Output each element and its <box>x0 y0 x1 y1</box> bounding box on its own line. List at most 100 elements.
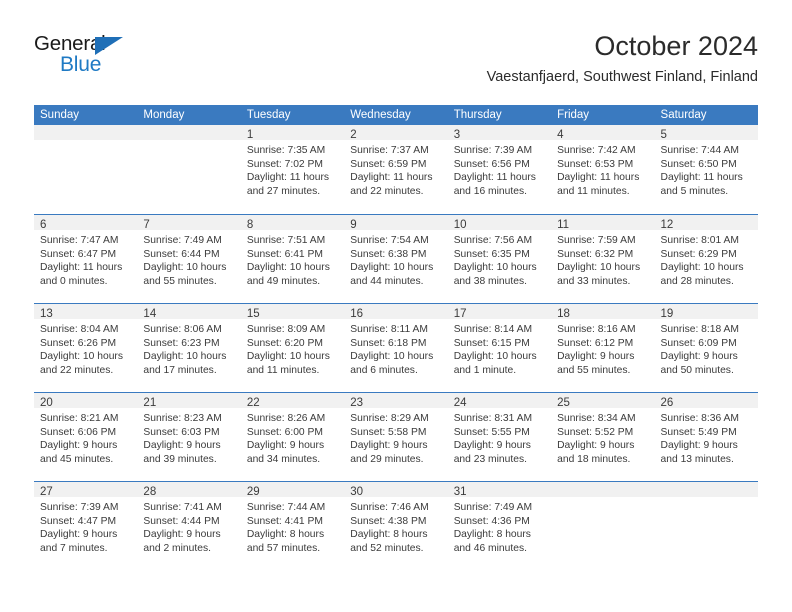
day-number-band <box>137 125 241 140</box>
day-details: Sunrise: 7:49 AM Sunset: 4:36 PM Daylight:… <box>448 497 551 555</box>
generalblue-logo[interactable]: General Blue <box>34 32 214 88</box>
day-number: 22 <box>246 397 260 409</box>
day-detail-line: and 28 minutes. <box>660 275 734 287</box>
logo-text-blue: Blue <box>60 53 102 76</box>
day-details: Sunrise: 7:59 AM Sunset: 6:32 PM Daylight:… <box>551 230 654 288</box>
day-detail-line: Sunrise: 8:16 AM <box>557 324 636 335</box>
calendar-day-cell[interactable]: 10 Sunrise: 7:56 AM Sunset: 6:35 PM Dayligh… <box>447 215 552 303</box>
calendar-day-cell[interactable]: 16 Sunrise: 8:11 AM Sunset: 6:18 PM Dayligh… <box>344 304 448 392</box>
day-detail-line: Daylight: 10 hours <box>350 351 434 362</box>
day-number-band: 10 <box>447 215 552 231</box>
calendar-day-cell[interactable]: 20 Sunrise: 8:21 AM Sunset: 6:06 PM Dayligh… <box>34 393 138 481</box>
day-detail-line: Sunset: 6:50 PM <box>660 158 737 170</box>
day-detail-line: Sunrise: 7:47 AM <box>40 235 119 246</box>
calendar-day-cell[interactable]: 13 Sunrise: 8:04 AM Sunset: 6:26 PM Dayligh… <box>34 304 138 392</box>
day-detail-line: Sunset: 6:15 PM <box>453 337 530 349</box>
calendar-day-cell[interactable]: 12 Sunrise: 8:01 AM Sunset: 6:29 PM Dayligh… <box>654 215 758 303</box>
day-detail-line: Sunset: 4:47 PM <box>40 515 117 527</box>
calendar-day-cell[interactable]: 14 Sunrise: 8:06 AM Sunset: 6:23 PM Dayligh… <box>137 304 241 392</box>
calendar-day-cell[interactable]: 8 Sunrise: 7:51 AM Sunset: 6:41 PM Daylight… <box>240 215 345 303</box>
weekday-header-saturday: Saturday <box>660 109 707 121</box>
calendar-day-cell[interactable]: 22 Sunrise: 8:26 AM Sunset: 6:00 PM Dayligh… <box>240 393 345 481</box>
day-detail-line: Sunrise: 8:36 AM <box>660 413 739 424</box>
calendar-day-cell[interactable]: 5 Sunrise: 7:44 AM Sunset: 6:50 PM Daylight… <box>654 125 758 214</box>
calendar-day-cell[interactable]: 19 Sunrise: 8:18 AM Sunset: 6:09 PM Dayligh… <box>654 304 758 392</box>
day-details: Sunrise: 8:11 AM Sunset: 6:18 PM Daylight:… <box>344 319 447 377</box>
day-number: 8 <box>246 219 254 231</box>
day-details <box>655 497 758 501</box>
day-detail-line: Sunrise: 7:59 AM <box>557 235 636 246</box>
day-detail-line: Sunset: 6:23 PM <box>143 337 220 349</box>
calendar-day-cell[interactable]: 18 Sunrise: 8:16 AM Sunset: 6:12 PM Dayligh… <box>551 304 655 392</box>
day-number-band: 22 <box>240 393 345 409</box>
day-detail-line: Sunset: 6:35 PM <box>453 248 530 260</box>
day-number-band: 6 <box>34 215 138 231</box>
day-detail-line: Sunrise: 8:14 AM <box>453 324 533 335</box>
calendar-day-cell[interactable]: 11 Sunrise: 7:59 AM Sunset: 6:32 PM Dayligh… <box>551 215 655 303</box>
calendar-day-cell[interactable]: 3 Sunrise: 7:39 AM Sunset: 6:56 PM Daylight… <box>447 125 552 214</box>
day-details: Sunrise: 7:37 AM Sunset: 6:59 PM Daylight:… <box>344 140 447 198</box>
day-detail-line: and 50 minutes. <box>660 364 734 376</box>
calendar-day-cell[interactable]: 6 Sunrise: 7:47 AM Sunset: 6:47 PM Daylight… <box>34 215 138 303</box>
day-number-band: 28 <box>137 482 241 498</box>
day-details: Sunrise: 7:47 AM Sunset: 6:47 PM Daylight:… <box>34 230 137 288</box>
calendar-day-cell[interactable]: 21 Sunrise: 8:23 AM Sunset: 6:03 PM Dayligh… <box>137 393 241 481</box>
day-detail-line: and 46 minutes. <box>453 542 527 554</box>
day-details <box>551 497 654 501</box>
day-number: 7 <box>143 219 150 231</box>
calendar-day-cell[interactable]: 30 Sunrise: 7:46 AM Sunset: 4:38 PM Dayligh… <box>344 482 448 570</box>
day-detail-line: Sunset: 6:06 PM <box>40 426 117 438</box>
day-detail-line: Daylight: 9 hours <box>246 440 325 451</box>
day-details: Sunrise: 7:44 AM Sunset: 4:41 PM Daylight:… <box>241 497 344 555</box>
day-detail-line: Sunset: 5:52 PM <box>557 426 634 438</box>
calendar-day-cell-empty <box>137 125 241 214</box>
day-detail-line: Sunrise: 7:42 AM <box>557 145 636 156</box>
day-number: 25 <box>557 397 570 409</box>
day-detail-line: Sunrise: 7:51 AM <box>246 235 326 246</box>
day-number: 27 <box>40 486 53 498</box>
calendar-day-cell[interactable]: 29 Sunrise: 7:44 AM Sunset: 4:41 PM Dayligh… <box>240 482 345 570</box>
calendar-day-cell[interactable]: 2 Sunrise: 7:37 AM Sunset: 6:59 PM Daylight… <box>344 125 448 214</box>
day-detail-line: Sunset: 5:49 PM <box>660 426 737 438</box>
day-detail-line: and 55 minutes. <box>557 364 631 376</box>
day-detail-line: Daylight: 11 hours <box>350 172 433 183</box>
day-details: Sunrise: 7:56 AM Sunset: 6:35 PM Daylight:… <box>448 230 551 288</box>
day-number: 10 <box>453 219 467 231</box>
calendar-day-cell[interactable]: 4 Sunrise: 7:42 AM Sunset: 6:53 PM Daylight… <box>551 125 655 214</box>
day-detail-line: Daylight: 9 hours <box>40 529 118 540</box>
calendar-day-cell[interactable]: 26 Sunrise: 8:36 AM Sunset: 5:49 PM Dayligh… <box>654 393 758 481</box>
day-number-band: 16 <box>344 304 448 320</box>
day-detail-line: and 55 minutes. <box>143 275 217 287</box>
day-detail-line: Sunrise: 8:29 AM <box>350 413 429 424</box>
day-detail-line: and 0 minutes. <box>40 275 108 287</box>
calendar-day-cell[interactable]: 15 Sunrise: 8:09 AM Sunset: 6:20 PM Dayligh… <box>240 304 345 392</box>
day-detail-line: and 18 minutes. <box>557 453 631 465</box>
calendar-day-cell[interactable]: 7 Sunrise: 7:49 AM Sunset: 6:44 PM Daylight… <box>137 215 241 303</box>
day-detail-line: Daylight: 11 hours <box>557 172 640 183</box>
day-detail-line: Daylight: 9 hours <box>40 440 118 451</box>
day-detail-line: Sunrise: 7:41 AM <box>143 502 222 513</box>
day-number: 9 <box>350 219 357 231</box>
calendar-day-cell[interactable]: 23 Sunrise: 8:29 AM Sunset: 5:58 PM Dayligh… <box>344 393 448 481</box>
day-detail-line: Sunset: 6:41 PM <box>246 248 323 260</box>
day-detail-line: Daylight: 8 hours <box>246 529 325 540</box>
day-detail-line: Sunrise: 7:49 AM <box>453 502 533 513</box>
weekday-header-wednesday: Wednesday <box>350 109 411 121</box>
day-detail-line: Sunset: 6:29 PM <box>660 248 737 260</box>
day-detail-line: Sunset: 6:59 PM <box>350 158 427 170</box>
weekday-header-thursday: Thursday <box>453 109 502 121</box>
day-detail-line: and 17 minutes. <box>143 364 217 376</box>
calendar-day-cell[interactable]: 1 Sunrise: 7:35 AM Sunset: 7:02 PM Daylight… <box>240 125 345 214</box>
calendar-day-cell[interactable]: 27 Sunrise: 7:39 AM Sunset: 4:47 PM Dayligh… <box>34 482 138 570</box>
calendar-day-cell[interactable]: 25 Sunrise: 8:34 AM Sunset: 5:52 PM Dayligh… <box>551 393 655 481</box>
day-details: Sunrise: 8:16 AM Sunset: 6:12 PM Daylight:… <box>551 319 654 377</box>
day-detail-line: Sunrise: 7:56 AM <box>453 235 533 246</box>
calendar-day-cell[interactable]: 17 Sunrise: 8:14 AM Sunset: 6:15 PM Dayligh… <box>447 304 552 392</box>
day-detail-line: and 13 minutes. <box>660 453 734 465</box>
calendar-day-cell[interactable]: 31 Sunrise: 7:49 AM Sunset: 4:36 PM Dayligh… <box>447 482 552 570</box>
calendar-week-row: 20 Sunrise: 8:21 AM Sunset: 6:06 PM Dayligh… <box>34 392 758 481</box>
calendar-day-cell[interactable]: 9 Sunrise: 7:54 AM Sunset: 6:38 PM Daylight… <box>344 215 448 303</box>
day-number-band <box>34 125 138 140</box>
calendar-day-cell[interactable]: 24 Sunrise: 8:31 AM Sunset: 5:55 PM Dayligh… <box>447 393 552 481</box>
calendar-day-cell[interactable]: 28 Sunrise: 7:41 AM Sunset: 4:44 PM Dayligh… <box>137 482 241 570</box>
